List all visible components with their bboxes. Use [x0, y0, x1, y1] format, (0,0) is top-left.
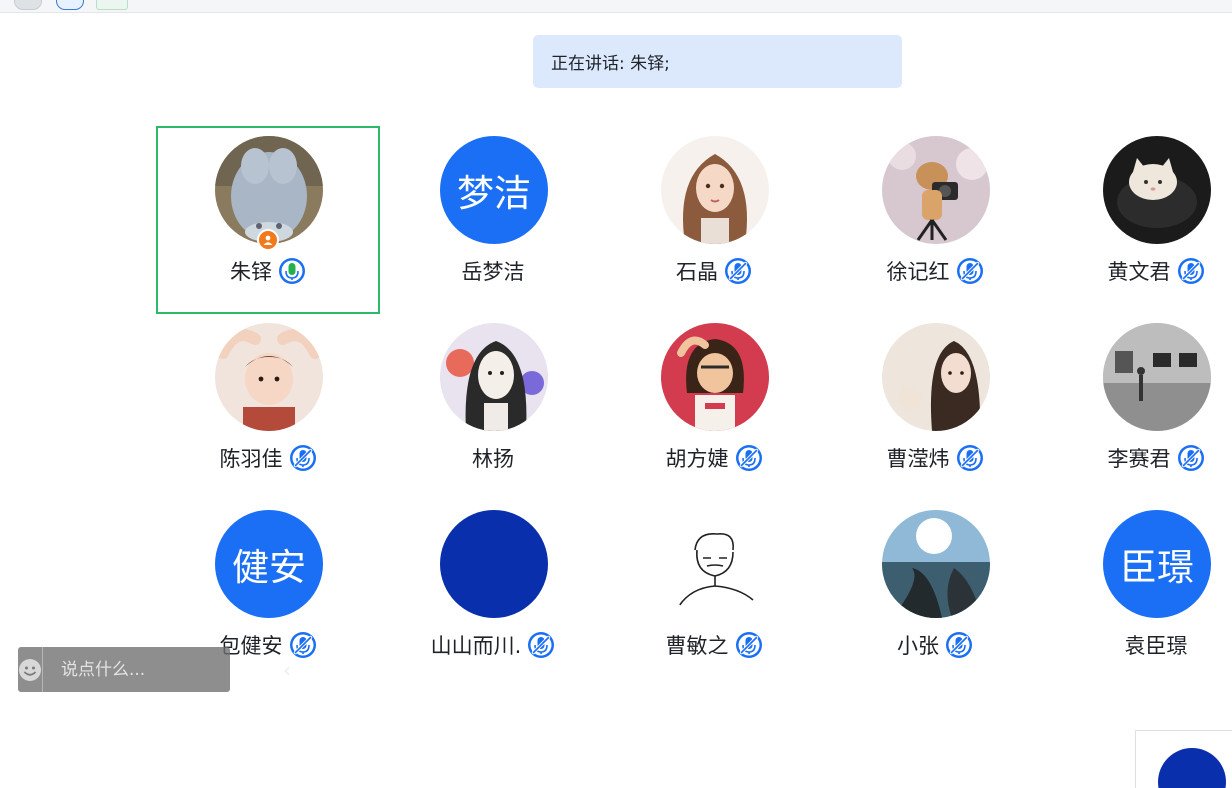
avatar: [882, 136, 990, 244]
host-badge-icon: [257, 229, 279, 251]
participant-name: 小张: [897, 634, 939, 658]
participant-tile[interactable]: 曹敏之: [604, 502, 824, 686]
mic-muted-icon[interactable]: [1177, 444, 1205, 472]
participant-tile[interactable]: 胡方婕: [604, 315, 824, 499]
avatar: [215, 136, 323, 244]
participant-name: 石晶: [676, 260, 718, 284]
participant-tile[interactable]: 徐记红: [825, 128, 1045, 312]
participant-name-row: 曹敏之: [604, 630, 824, 660]
participant-name: 曹敏之: [665, 634, 729, 658]
avatar: [661, 136, 769, 244]
avatar-initials: 梦洁: [457, 172, 531, 215]
participant-name: 袁臣璟: [1124, 634, 1188, 658]
toolbar-button-1[interactable]: [14, 0, 42, 10]
avatar-initials: 臣璟: [1120, 546, 1194, 589]
avatar: 健安: [215, 510, 323, 618]
mic-muted-icon[interactable]: [289, 444, 317, 472]
participant-name: 曹滢炜: [886, 447, 950, 471]
participant-name: 胡方婕: [665, 447, 729, 471]
participant-name-row: 李赛君: [1046, 443, 1232, 473]
participant-tile[interactable]: 臣璟 袁臣璟: [1046, 502, 1232, 686]
participant-name: 山山而川.: [430, 634, 522, 658]
toolbar-button-2[interactable]: [56, 0, 84, 10]
participant-name-row: 朱铎: [158, 256, 378, 286]
participant-tile[interactable]: 李赛君: [1046, 315, 1232, 499]
participant-tile[interactable]: 石晶: [604, 128, 824, 312]
speaking-banner-text: 正在讲话: 朱铎;: [551, 54, 670, 74]
participant-name-row: 小张: [825, 630, 1045, 660]
participant-tile[interactable]: 曹滢炜: [825, 315, 1045, 499]
avatar: 梦洁: [440, 136, 548, 244]
participant-name-row: 石晶: [604, 256, 824, 286]
mic-muted-icon[interactable]: [956, 444, 984, 472]
speaking-banner: 正在讲话: 朱铎;: [533, 35, 902, 88]
mic-muted-icon[interactable]: [527, 631, 555, 659]
collapse-chat-button[interactable]: ‹: [282, 647, 291, 692]
self-avatar: [1158, 748, 1226, 788]
participant-tile[interactable]: 梦洁 岳梦洁: [383, 128, 603, 312]
mic-muted-icon[interactable]: [945, 631, 973, 659]
avatar: [661, 323, 769, 431]
avatar: [882, 323, 990, 431]
avatar: [661, 510, 769, 618]
participant-tile[interactable]: 黄文君: [1046, 128, 1232, 312]
smile-icon: [19, 658, 41, 681]
participant-tile[interactable]: 山山而川.: [383, 502, 603, 686]
mic-muted-icon[interactable]: [724, 257, 752, 285]
mic-muted-icon[interactable]: [735, 444, 763, 472]
toolbar-button-3[interactable]: [96, 0, 128, 10]
meeting-stage: 正在讲话: 朱铎; 朱铎 梦洁 岳梦洁 石晶 徐记红 黄文君 陈羽佳 林扬 胡方…: [0, 0, 1232, 788]
participant-name: 陈羽佳: [219, 447, 283, 471]
mic-on-icon[interactable]: [278, 257, 306, 285]
participant-name: 李赛君: [1107, 447, 1171, 471]
participant-name: 徐记红: [886, 260, 950, 284]
self-view-tile[interactable]: [1135, 730, 1232, 788]
avatar: 臣璟: [1103, 510, 1211, 618]
participant-name-row: 袁臣璟: [1046, 630, 1232, 660]
chevron-left-icon: ‹: [283, 657, 291, 682]
participant-name-row: 林扬: [383, 443, 603, 473]
top-toolbar: [0, 0, 1232, 13]
avatar: [1103, 323, 1211, 431]
avatar: [882, 510, 990, 618]
emoji-button[interactable]: [18, 647, 43, 692]
participant-name-row: 陈羽佳: [158, 443, 378, 473]
participant-name: 林扬: [472, 447, 514, 471]
participant-name: 黄文君: [1107, 260, 1171, 284]
avatar: [440, 323, 548, 431]
avatar-initials: 健安: [232, 546, 306, 589]
participant-name-row: 山山而川.: [383, 630, 603, 660]
participant-name-row: 黄文君: [1046, 256, 1232, 286]
participant-tile[interactable]: 陈羽佳: [158, 315, 378, 499]
participant-tile[interactable]: 林扬: [383, 315, 603, 499]
participant-name-row: 岳梦洁: [383, 256, 603, 286]
mic-muted-icon[interactable]: [956, 257, 984, 285]
mic-muted-icon[interactable]: [289, 631, 317, 659]
participant-name-row: 曹滢炜: [825, 443, 1045, 473]
participant-tile[interactable]: 小张: [825, 502, 1045, 686]
chat-bar: ‹: [18, 646, 291, 693]
participant-name: 岳梦洁: [461, 260, 525, 284]
chat-input[interactable]: [43, 646, 282, 693]
avatar: [1103, 136, 1211, 244]
avatar: [440, 510, 548, 618]
mic-muted-icon[interactable]: [1177, 257, 1205, 285]
participant-name: 朱铎: [230, 260, 272, 284]
mic-muted-icon[interactable]: [735, 631, 763, 659]
avatar: [215, 323, 323, 431]
participant-name-row: 胡方婕: [604, 443, 824, 473]
participant-name-row: 徐记红: [825, 256, 1045, 286]
participant-tile[interactable]: 朱铎: [156, 126, 380, 314]
